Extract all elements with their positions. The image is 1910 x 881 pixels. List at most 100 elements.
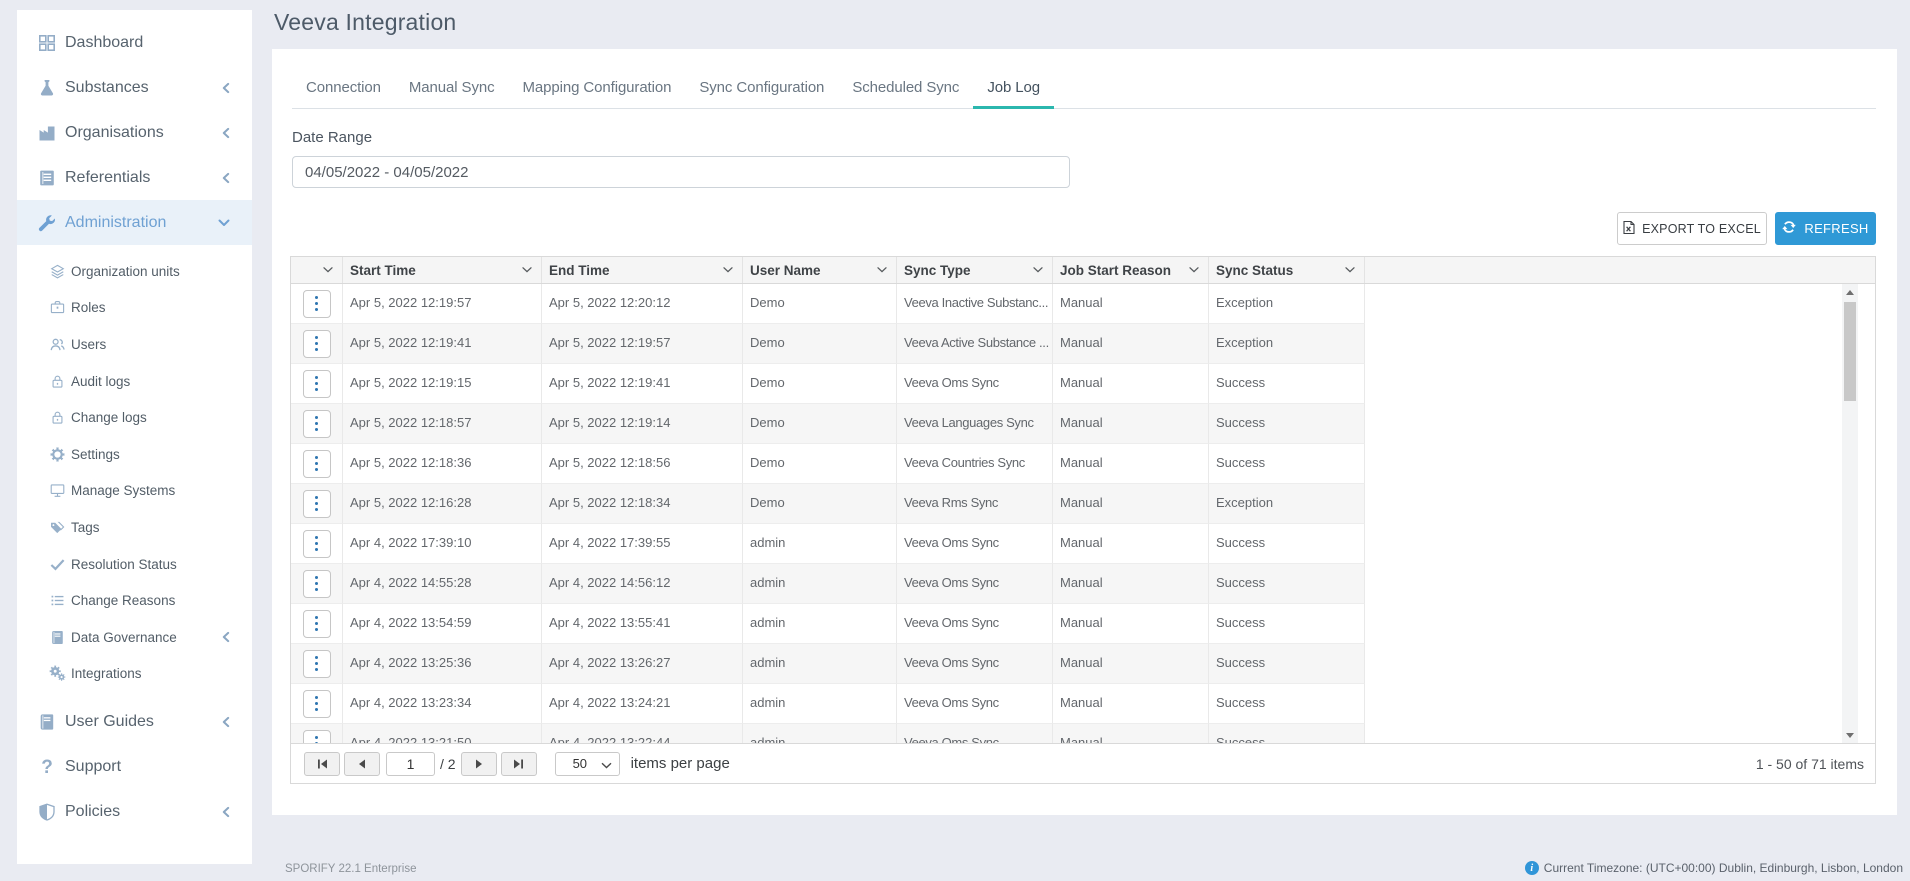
- app-version-label: SPORIFY 22.1 Enterprise: [285, 863, 416, 875]
- cell-start-time: Apr 4, 2022 14:55:28: [343, 564, 542, 604]
- row-menu-button[interactable]: [303, 650, 331, 678]
- tab-job-log[interactable]: Job Log: [973, 72, 1054, 108]
- document-lines-icon: [37, 168, 57, 188]
- tab-manual-sync[interactable]: Manual Sync: [395, 72, 509, 108]
- sidebar-item-tags[interactable]: Tags: [17, 509, 252, 546]
- cell-job-start-reason: Manual: [1053, 684, 1209, 724]
- cell-job-start-reason: Manual: [1053, 484, 1209, 524]
- row-menu-button[interactable]: [303, 330, 331, 358]
- row-menu-button[interactable]: [303, 730, 331, 744]
- header-cell-start-time[interactable]: Start Time: [343, 257, 542, 283]
- next-page-button[interactable]: [461, 752, 497, 776]
- column-title: Job Start Reason: [1060, 263, 1171, 278]
- cell-job-start-reason: Manual: [1053, 724, 1209, 743]
- row-menu-button[interactable]: [303, 450, 331, 478]
- job-log-grid: Start TimeEnd Time User Name Sync Type Job …: [290, 256, 1876, 784]
- cell-sync-status: Exception: [1209, 484, 1365, 524]
- column-menu-chevron-icon[interactable]: [522, 267, 532, 273]
- header-cell-user-name[interactable]: User Name: [743, 257, 897, 283]
- sidebar-item-substances[interactable]: Substances: [17, 65, 252, 110]
- sidebar-item-label: Audit logs: [71, 374, 130, 389]
- sidebar-item-support[interactable]: ?Support: [17, 744, 252, 789]
- sidebar-item-audit-logs[interactable]: Audit logs: [17, 363, 252, 400]
- row-actions-cell: [291, 564, 343, 604]
- row-menu-button[interactable]: [303, 610, 331, 638]
- column-menu-chevron-icon[interactable]: [1189, 267, 1199, 273]
- page-number-input[interactable]: [386, 752, 435, 776]
- page-size-select[interactable]: 50: [555, 752, 620, 776]
- table-row: Apr 5, 2022 12:18:36Apr 5, 2022 12:18:56…: [291, 444, 1365, 484]
- tab-label: Connection: [306, 79, 381, 96]
- scrollbar-thumb[interactable]: [1844, 302, 1856, 401]
- sidebar-item-integrations[interactable]: Integrations: [17, 656, 252, 693]
- header-cell-sync-type[interactable]: Sync Type: [897, 257, 1053, 283]
- cell-job-start-reason: Manual: [1053, 644, 1209, 684]
- header-cell-end-time[interactable]: End Time: [542, 257, 743, 283]
- sidebar-item-policies[interactable]: Policies: [17, 789, 252, 834]
- row-menu-button[interactable]: [303, 290, 331, 318]
- column-menu-chevron-icon[interactable]: [877, 267, 887, 273]
- cell-start-time: Apr 5, 2022 12:18:57: [343, 404, 542, 444]
- sidebar-item-label: Substances: [65, 79, 149, 97]
- cell-sync-status: Success: [1209, 404, 1365, 444]
- column-menu-chevron-icon[interactable]: [323, 267, 333, 273]
- sidebar-item-users[interactable]: Users: [17, 326, 252, 363]
- scroll-up-arrow-icon[interactable]: [1842, 284, 1858, 300]
- header-cell-job-start-reason[interactable]: Job Start Reason: [1053, 257, 1209, 283]
- scroll-down-arrow-icon[interactable]: [1842, 727, 1858, 743]
- row-actions-cell: [291, 484, 343, 524]
- last-page-button[interactable]: [501, 752, 537, 776]
- sidebar-item-data-governance[interactable]: Data Governance: [17, 619, 252, 656]
- tab-sync-configuration[interactable]: Sync Configuration: [685, 72, 838, 108]
- row-menu-button[interactable]: [303, 410, 331, 438]
- tab-scheduled-sync[interactable]: Scheduled Sync: [838, 72, 973, 108]
- sidebar-item-administration[interactable]: Administration: [17, 200, 252, 245]
- column-menu-chevron-icon[interactable]: [1033, 267, 1043, 273]
- date-range-input[interactable]: [292, 156, 1070, 188]
- cell-job-start-reason: Manual: [1053, 604, 1209, 644]
- sidebar-item-manage-systems[interactable]: Manage Systems: [17, 473, 252, 510]
- sidebar-item-change-reasons[interactable]: Change Reasons: [17, 582, 252, 619]
- sidebar-item-dashboard[interactable]: Dashboard: [17, 20, 252, 65]
- cell-sync-type: Veeva Oms Sync: [897, 524, 1053, 564]
- row-menu-button[interactable]: [303, 370, 331, 398]
- excel-file-icon: [1623, 220, 1635, 238]
- column-menu-chevron-icon[interactable]: [1345, 267, 1355, 273]
- sidebar-item-roles[interactable]: Roles: [17, 290, 252, 327]
- refresh-label: REFRESH: [1804, 221, 1868, 236]
- sidebar-item-change-logs[interactable]: Change logs: [17, 399, 252, 436]
- sidebar-item-organisations[interactable]: Organisations: [17, 110, 252, 155]
- row-menu-button[interactable]: [303, 690, 331, 718]
- page-count-label: / 2: [440, 756, 456, 772]
- cell-sync-status: Success: [1209, 644, 1365, 684]
- sidebar-item-settings[interactable]: Settings: [17, 436, 252, 473]
- column-title: User Name: [750, 263, 821, 278]
- vertical-scrollbar[interactable]: [1842, 284, 1858, 743]
- header-cell-sync-status[interactable]: Sync Status: [1209, 257, 1365, 283]
- cell-user-name: admin: [743, 684, 897, 724]
- sidebar-item-label: Change logs: [71, 410, 147, 425]
- sidebar-item-referentials[interactable]: Referentials: [17, 155, 252, 200]
- first-page-button[interactable]: [304, 752, 340, 776]
- tab-label: Manual Sync: [409, 79, 495, 96]
- refresh-button[interactable]: REFRESH: [1775, 212, 1876, 245]
- sidebar-item-resolution-status[interactable]: Resolution Status: [17, 546, 252, 583]
- export-to-excel-button[interactable]: EXPORT TO EXCEL: [1617, 212, 1767, 245]
- tab-mapping-configuration[interactable]: Mapping Configuration: [509, 72, 686, 108]
- column-menu-chevron-icon[interactable]: [723, 267, 733, 273]
- previous-page-button[interactable]: [344, 752, 380, 776]
- cell-sync-type: Veeva Oms Sync: [897, 604, 1053, 644]
- sidebar-item-user-guides[interactable]: User Guides: [17, 699, 252, 744]
- row-menu-button[interactable]: [303, 570, 331, 598]
- padlock-icon: [49, 409, 66, 426]
- sidebar-item-organization-units[interactable]: Organization units: [17, 253, 252, 290]
- sidebar-item-label: Integrations: [71, 666, 142, 681]
- cell-start-time: Apr 5, 2022 12:19:41: [343, 324, 542, 364]
- tab-connection[interactable]: Connection: [292, 72, 395, 108]
- gears-icon: [49, 665, 66, 682]
- cell-user-name: admin: [743, 724, 897, 743]
- row-menu-button[interactable]: [303, 530, 331, 558]
- chevron-down-icon: [218, 219, 230, 227]
- row-menu-button[interactable]: [303, 490, 331, 518]
- cell-sync-type: Veeva Countries Sync: [897, 444, 1053, 484]
